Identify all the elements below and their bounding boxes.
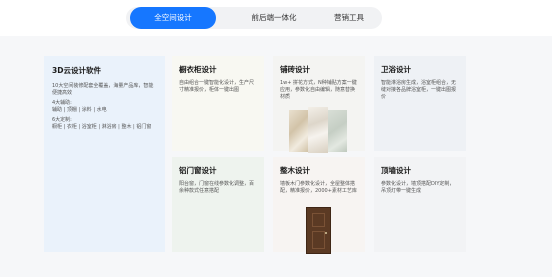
tab-marketing-tools[interactable]: 营销工具 xyxy=(316,7,382,29)
card-title: 橱衣柜设计 xyxy=(179,65,217,74)
card-description: 1w+ 拼花方式，N种铺贴方案一键应用，参数化自由编辑，随意替换材质 xyxy=(280,80,357,100)
tab-full-space-design[interactable]: 全空间设计 xyxy=(130,7,216,29)
card-title: 顶墙设计 xyxy=(381,166,411,175)
main-panel-title: 3D云设计软件 xyxy=(52,66,101,75)
tools-heading: 4大辅助: xyxy=(52,100,72,106)
card-title: 卫浴设计 xyxy=(381,65,411,74)
tile-samples-image xyxy=(289,107,347,153)
door-upper-panel xyxy=(312,213,325,227)
card-description: 智能淋浴房生成，浴室柜组合，无缝对接各品牌浴室柜，一键出图报价 xyxy=(381,80,457,100)
libs-heading: 6大定制: xyxy=(52,117,72,123)
card-window[interactable]: 铝门窗设计 阳台窗，门窗在线参数化调整，百余种款式任意搭配 xyxy=(172,157,264,252)
tab-front-back-integration[interactable]: 前后端一体化 xyxy=(234,7,314,29)
tools-list: 辅助 | 顶棚 | 涂料 | 水电 xyxy=(52,107,107,113)
main-panel-3d-cloud[interactable]: 3D云设计软件 10大空间装修配套全覆盖，海量产品库，智能便捷高效 4大辅助: … xyxy=(44,56,165,252)
door-lower-panel xyxy=(312,231,325,249)
main-panel-description: 10大空间装修配套全覆盖，海量产品库，智能便捷高效 xyxy=(52,83,154,96)
wooden-door-image xyxy=(306,207,331,254)
door-knob xyxy=(325,232,327,234)
card-bath[interactable]: 卫浴设计 智能淋浴房生成，浴室柜组合，无缝对接各品牌浴室柜，一键出图报价 xyxy=(374,56,466,151)
card-description: 阳台窗，门窗在线参数化调整，百余种款式任意搭配 xyxy=(179,181,255,194)
card-description: 参数化设计，墙顶搭配DIY定制，吊顶灯带一键生成 xyxy=(381,181,455,194)
card-title: 整木设计 xyxy=(280,166,310,175)
card-description: 墙板木门参数化设计，全屋整体搭配，精准报价，2000+素材工艺库 xyxy=(280,181,357,194)
libs-list: 橱柜 | 衣柜 | 浴室柜 | 淋浴房 | 整木 | 铝门窗 xyxy=(52,124,152,130)
card-description: 自由组合一键智能化设计，生产尺寸精准报价，柜体一键出图 xyxy=(179,80,255,93)
card-title: 铝门窗设计 xyxy=(179,166,217,175)
card-title: 铺砖设计 xyxy=(280,65,310,74)
marble-tile-image xyxy=(289,110,309,152)
light-tile-image xyxy=(308,107,328,153)
card-wardrobe[interactable]: 橱衣柜设计 自由组合一键智能化设计，生产尺寸精准报价，柜体一键出图 xyxy=(172,56,264,151)
card-ceiling[interactable]: 顶墙设计 参数化设计，墙顶搭配DIY定制，吊顶灯带一键生成 xyxy=(374,157,466,252)
stone-tile-image xyxy=(327,110,347,152)
tab-bar: 全空间设计 前后端一体化 营销工具 xyxy=(126,7,382,29)
